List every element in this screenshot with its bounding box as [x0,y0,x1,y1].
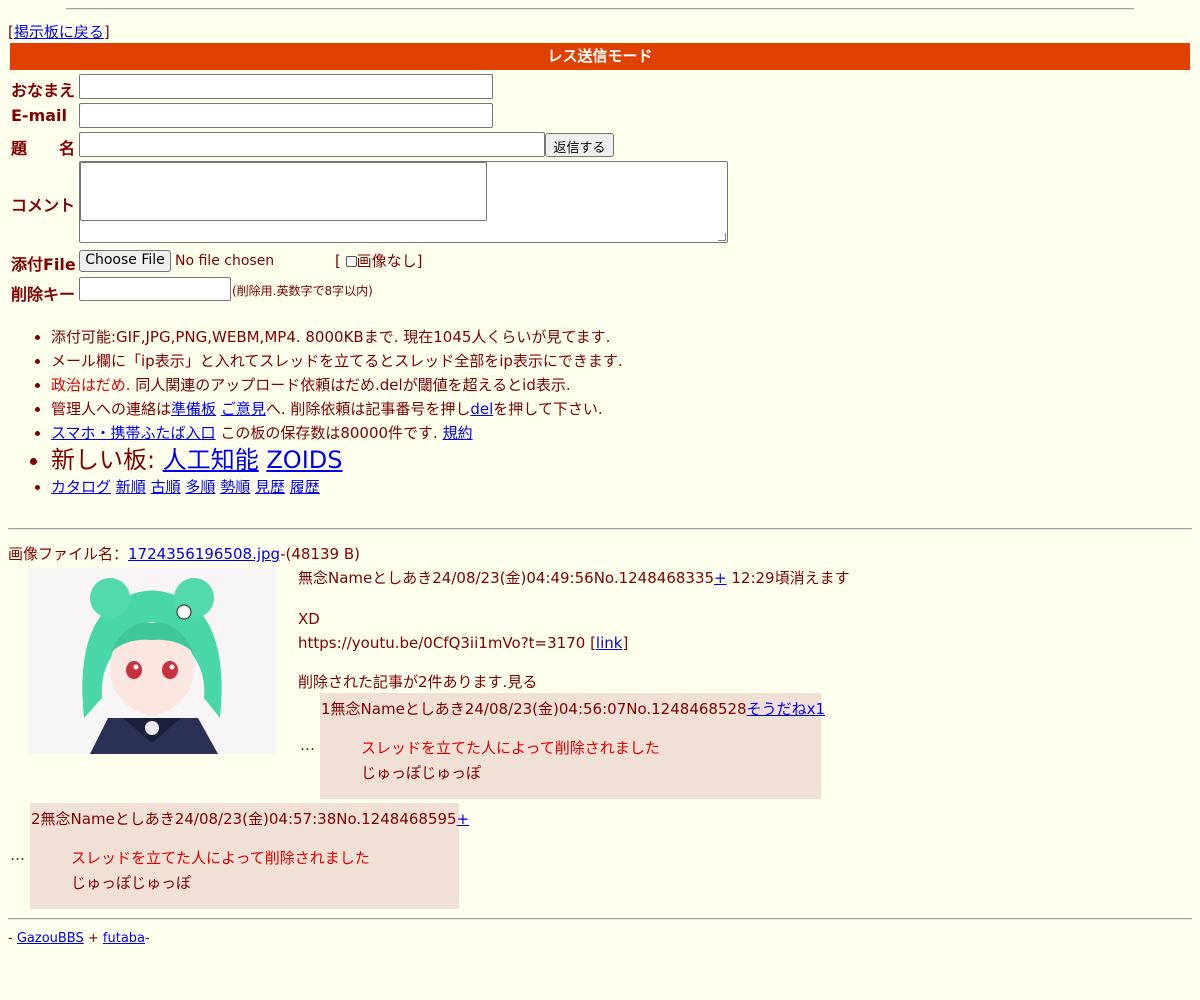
youtube-url-text: https://youtu.be/0CfQ3ii1mVo?t=3170 [298,634,591,652]
footer-suffix: - [145,931,150,946]
terms-link[interactable]: 規約 [443,424,473,442]
sort-momentum-link[interactable]: 勢順 [220,478,250,496]
board-rules-list: 添付可能:GIF,JPG,PNG,WEBM,MP4. 8000KBまで. 現在1… [11,325,911,499]
link-bracket-close: ] [622,634,629,652]
subject-label: 題 名 [11,139,76,158]
gazoubbs-link[interactable]: GazouBBS [17,931,84,946]
comment-textarea-inner-box [80,162,487,221]
top-divider [66,8,1134,10]
footer-prefix: - [8,931,17,946]
op-header: 無念Nameとしあき24/08/23(金)04:49:56No.12484683… [298,567,850,588]
op-post-meta: 無念Nameとしあき24/08/23(金)04:49:56No.12484683… [298,569,715,587]
op-body-line2: https://youtu.be/0CfQ3ii1mVo?t=3170 [lin… [298,631,628,655]
op-plus-link[interactable]: + [714,569,727,587]
comment-label: コメント [11,196,76,215]
deleted-posts-notice[interactable]: 削除された記事が2件あります.見る [298,671,537,692]
no-image-bracket-open: [ [335,252,341,270]
file-size: -(48139 B) [280,545,360,563]
back-bracket-close: ] [103,23,110,41]
reply-quote: スレッドを立てた人によって削除されました [71,849,370,867]
anime-girl-illustration-icon [28,568,276,754]
reply-meta: 2無念Nameとしあき24/08/23(金)04:57:38No.1248468… [31,810,457,828]
prep-board-link[interactable]: 準備板 [171,400,216,418]
reply-meta: 1無念Nameとしあき24/08/23(金)04:56:07No.1248468… [321,700,747,718]
email-label: E-mail [11,106,68,125]
new-boards-label: 新しい板: [51,446,163,474]
ai-board-link[interactable]: 人工知能 [163,446,259,474]
rule-mobile: スマホ・携帯ふたば入口 この板の保存数は80000件です. 規約 [51,421,911,445]
op-body-line1: XD [298,610,320,628]
no-file-text: No file chosen [175,253,275,269]
reply-quote: スレッドを立てた人によって削除されました [361,739,660,757]
reply-submit-button[interactable]: 返信する [545,133,614,157]
rule-upload-text: 添付可能:GIF,JPG,PNG,WEBM,MP4. 8000KBまで. 現在1… [51,328,611,346]
choose-file-button[interactable]: Choose File [79,250,171,272]
back-nav: [掲示板に戻る] [8,21,110,42]
file-label: 添付File [11,255,76,274]
reply-ellipsis: … [10,846,25,864]
reply-header: 2無念Nameとしあき24/08/23(金)04:57:38No.1248468… [31,808,469,829]
youtube-link[interactable]: link [596,634,623,652]
no-image-option: [ 画像なし] [335,250,423,271]
op-body: XD https://youtu.be/0CfQ3ii1mVo?t=3170 [… [298,607,628,655]
post-history-link[interactable]: 履歴 [290,478,320,496]
reply-post: 1無念Nameとしあき24/08/23(金)04:56:07No.1248468… [320,693,825,799]
sort-newest-link[interactable]: 新順 [116,478,146,496]
no-image-checkbox[interactable] [345,256,357,267]
reply-post: 2無念Nameとしあき24/08/23(金)04:57:38No.1248468… [30,803,469,909]
reply-plus-link[interactable]: + [457,810,470,828]
del-link[interactable]: del [470,400,493,418]
rule-contact: 管理人への連絡は準備板 ご意見へ. 削除依頼は記事番号を押しdelを押して下さい… [51,397,911,421]
back-to-board-link[interactable]: 掲示板に戻る [14,23,104,41]
rule-ip-text: メール欄に「ip表示」と入れてスレッドを立てるとスレッド全部をip表示にできます… [51,352,623,370]
rule-delete-text-end: を押して下さい. [493,400,603,418]
thread-image-link[interactable]: 1724356196508.jpg [128,545,280,563]
no-image-label: 画像なし [356,252,417,270]
view-history-link[interactable]: 見歴 [255,478,285,496]
reply-header: 1無念Nameとしあき24/08/23(金)04:56:07No.1248468… [321,698,825,719]
rule-delete-text: へ. 削除依頼は記事番号を押し [265,400,471,418]
rule-ip-display: メール欄に「ip表示」と入れてスレッドを立てるとスレッド全部をip表示にできます… [51,349,911,373]
rule-doujin-text: 同人関連のアップロード依頼はだめ.delが閾値を超えるとid表示. [130,376,571,394]
thread-file-info: 画像ファイル名：1724356196508.jpg-(48139 B) [8,543,360,564]
delete-key-input[interactable] [79,277,231,301]
footer-divider [8,918,1192,920]
reply-mode-bar: レス送信モード [10,43,1190,70]
rule-politics: 政治はだめ. 同人関連のアップロード依頼はだめ.delが閾値を超えるとid表示. [51,373,911,397]
feedback-link[interactable]: ご意見 [221,400,266,418]
file-prefix: 画像ファイル名： [8,545,129,563]
mobile-entry-link[interactable]: スマホ・携帯ふたば入口 [51,424,216,442]
rule-upload-limits: 添付可能:GIF,JPG,PNG,WEBM,MP4. 8000KBまで. 現在1… [51,325,911,349]
no-image-bracket-close: ] [416,252,423,270]
rule-sort-links: カタログ 新順 古順 多順 勢順 見歴 履歴 [51,475,911,499]
catalog-link[interactable]: カタログ [51,478,111,496]
rule-new-boards: 新しい板: 人工知能 ZOIDS [51,445,911,475]
email-input[interactable] [79,103,493,128]
sort-most-link[interactable]: 多順 [185,478,215,496]
textarea-resize-handle-icon[interactable] [718,233,726,241]
rule-contact-text: 管理人への連絡は [51,400,172,418]
footer-credits: - GazouBBS + futaba- [8,931,150,946]
rule-storage-text: この板の保存数は80000件です. [215,424,443,442]
soudane-link[interactable]: そうだねx1 [747,700,825,718]
zoids-board-link[interactable]: ZOIDS [266,446,342,474]
futaba-link[interactable]: futaba [103,931,145,946]
subject-input[interactable] [79,132,545,157]
name-label: おなまえ [11,81,76,100]
reply-ellipsis: … [300,736,315,754]
delete-key-label: 削除キー [11,285,76,304]
op-expire-text: 12:29頃消えます [726,569,850,587]
rule-politics-warning: 政治はだめ. [51,376,131,394]
delete-key-hint: (削除用.英数字で8字以内) [232,284,373,298]
reply-text: じゅっぽじゅっぽ [71,874,192,892]
sort-oldest-link[interactable]: 古順 [151,478,181,496]
footer-separator: + [83,931,103,946]
thread-divider [8,528,1192,530]
name-input[interactable] [79,74,493,99]
reply-text: じゅっぽじゅっぽ [361,764,482,782]
thread-thumbnail-image[interactable] [28,568,276,754]
